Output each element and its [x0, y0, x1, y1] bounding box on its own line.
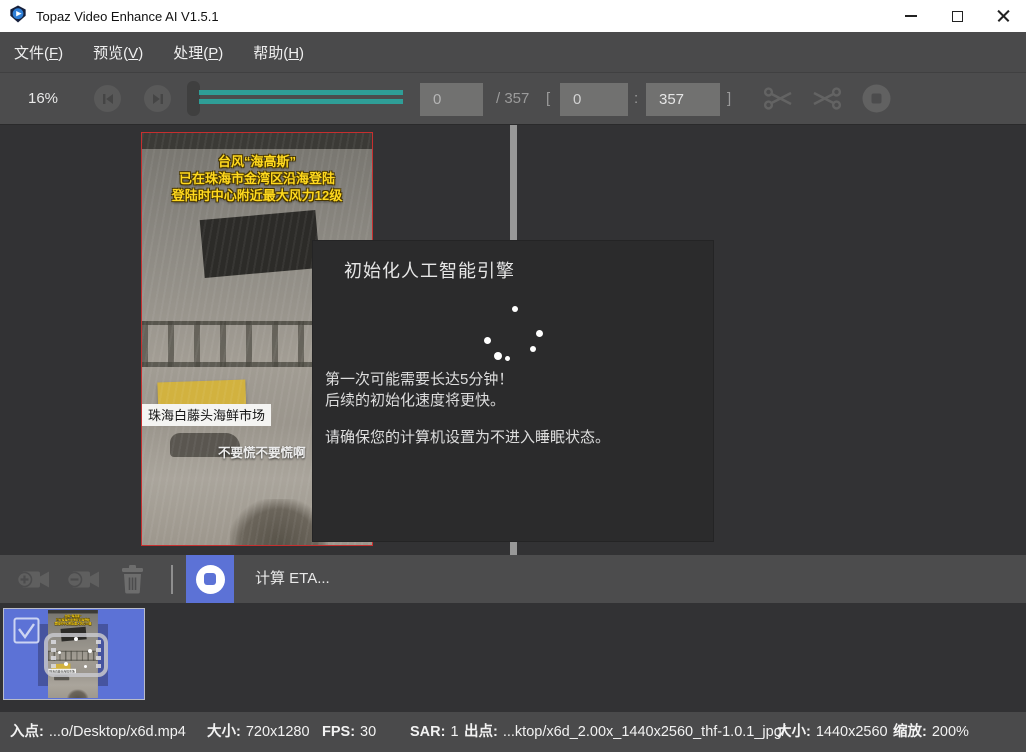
status-bar: 入点: ...o/Desktop/x6d.mp4 大小: 720x1280 FPS:… [0, 712, 1026, 752]
timeline-track-bottom[interactable] [199, 99, 403, 104]
scissors-left-icon [763, 86, 793, 111]
scale-value: 200% [932, 724, 969, 740]
skip-start-icon [102, 93, 114, 105]
trim-start-input[interactable] [560, 83, 628, 116]
menu-help-mnemonic: H [288, 45, 299, 62]
fps-label: FPS: [322, 724, 355, 740]
trim-in-button[interactable] [763, 86, 793, 116]
menu-preview-mnemonic: V [128, 45, 138, 62]
menu-preview-close: ) [138, 45, 143, 62]
in-size-value: 720x1280 [246, 724, 310, 740]
out-size-value: 1440x2560 [816, 724, 888, 740]
trim-out-button[interactable] [812, 86, 842, 116]
menu-file-mnemonic: F [49, 45, 58, 62]
preview-area: 台风“海高斯” 已在珠海市金湾区沿海登陆 登陆时中心附近最大风力12级 珠海白藤… [0, 125, 1026, 555]
stop-circle-icon [862, 84, 891, 113]
minimize-icon [905, 15, 917, 17]
video-caption: 不要慌不要慌啊 [218, 442, 306, 461]
queue-item-checkbox[interactable] [13, 617, 40, 649]
playback-toolbar: 16% / 357 [ : ] [0, 72, 1026, 125]
dialog-line-3: 请确保您的计算机设置为不进入睡眠状态。 [325, 427, 610, 448]
menu-help[interactable]: 帮助(H) [253, 42, 319, 63]
delete-video-button[interactable] [119, 564, 146, 599]
menu-file[interactable]: 文件(F) [14, 42, 78, 63]
menu-bar: 文件(F) 预览(V) 处理(P) 帮助(H) [0, 32, 1026, 72]
location-tag: 珠海白藤头海鲜市场 [142, 404, 271, 426]
menu-preview[interactable]: 预览(V) [93, 42, 158, 63]
maximize-icon [952, 11, 963, 22]
sar-value: 1 [450, 724, 458, 740]
range-bracket-close: ] [727, 73, 731, 124]
menu-file-label: 文件( [14, 45, 49, 62]
skip-start-button[interactable] [94, 85, 121, 112]
in-point-value: ...o/Desktop/x6d.mp4 [49, 724, 186, 740]
stop-square-icon [196, 565, 225, 594]
window-controls [888, 0, 1026, 32]
skip-end-icon [152, 93, 164, 105]
app-window: Topaz Video Enhance AI V1.5.1 文件(F) 预览(V… [0, 0, 1026, 752]
process-toolbar: 计算 ETA... [0, 555, 1026, 603]
fps-value: 30 [360, 724, 376, 740]
in-size-label: 大小: [207, 724, 241, 740]
menu-process[interactable]: 处理(P) [173, 42, 238, 63]
camera-minus-icon [66, 567, 100, 592]
current-frame-input[interactable] [420, 83, 483, 116]
queue-item-selected[interactable]: 台风“海高斯” 已在珠海市金湾区沿海登陆 登陆时中心附近最大风力12级 珠海白藤… [3, 608, 145, 700]
checkbox-checked-icon [13, 617, 40, 644]
out-point-label: 出点: [464, 724, 498, 740]
title-bar: Topaz Video Enhance AI V1.5.1 [0, 0, 1026, 32]
in-point-label: 入点: [10, 724, 44, 740]
camera-plus-icon [16, 567, 50, 592]
dialog-body: 第一次可能需要长达5分钟！ 后续的初始化速度将更快。 请确保您的计算机设置为不进… [325, 369, 610, 448]
range-separator: : [634, 73, 638, 124]
total-frames-label: / 357 [496, 73, 529, 124]
trash-icon [119, 564, 146, 594]
close-icon [997, 10, 1010, 23]
window-title: Topaz Video Enhance AI V1.5.1 [36, 9, 219, 24]
trim-end-input[interactable] [646, 83, 720, 116]
menu-process-mnemonic: P [208, 45, 218, 62]
timeline-track-top[interactable] [199, 90, 403, 95]
scale-label: 缩放: [893, 724, 927, 740]
menu-help-close: ) [299, 45, 304, 62]
init-engine-dialog: 初始化人工智能引擎 第一次可能需要长达5分钟！ 后续的初始化速度将更快。 请确保… [313, 241, 713, 541]
headline-line-1: 台风“海高斯” [142, 153, 372, 170]
dialog-title: 初始化人工智能引擎 [344, 257, 515, 283]
dialog-line-1: 第一次可能需要长达5分钟！ [325, 369, 610, 390]
sar-label: SAR: [410, 724, 445, 740]
toolbar-divider [171, 565, 173, 594]
app-logo-icon [9, 5, 27, 28]
stop-preview-button[interactable] [862, 84, 891, 118]
out-size-label: 大小: [777, 724, 811, 740]
menu-preview-label: 预览( [93, 45, 128, 62]
range-bracket-open: [ [546, 73, 550, 124]
stop-processing-button[interactable] [186, 555, 234, 603]
headline-line-3: 登陆时中心附近最大风力12级 [142, 187, 372, 204]
video-queue-strip: 台风“海高斯” 已在珠海市金湾区沿海登陆 登陆时中心附近最大风力12级 珠海白藤… [0, 603, 1026, 712]
menu-help-label: 帮助( [253, 45, 288, 62]
out-point-value: ...ktop/x6d_2.00x_1440x2560_thf-1.0.1_jp… [503, 724, 786, 740]
menu-process-close: ) [218, 45, 223, 62]
maximize-button[interactable] [934, 0, 980, 32]
dialog-line-2: 后续的初始化速度将更快。 [325, 390, 610, 411]
minimize-button[interactable] [888, 0, 934, 32]
eta-status-label: 计算 ETA... [255, 555, 330, 603]
menu-process-label: 处理( [173, 45, 208, 62]
headline-line-2: 已在珠海市金湾区沿海登陆 [142, 170, 372, 187]
zoom-level-label: 16% [28, 73, 58, 124]
add-video-button[interactable] [16, 567, 50, 597]
remove-video-button[interactable] [66, 567, 100, 597]
skip-end-button[interactable] [144, 85, 171, 112]
scissors-right-icon [812, 86, 842, 111]
video-headline: 台风“海高斯” 已在珠海市金湾区沿海登陆 登陆时中心附近最大风力12级 [142, 153, 372, 204]
menu-file-close: ) [58, 45, 63, 62]
close-button[interactable] [980, 0, 1026, 32]
